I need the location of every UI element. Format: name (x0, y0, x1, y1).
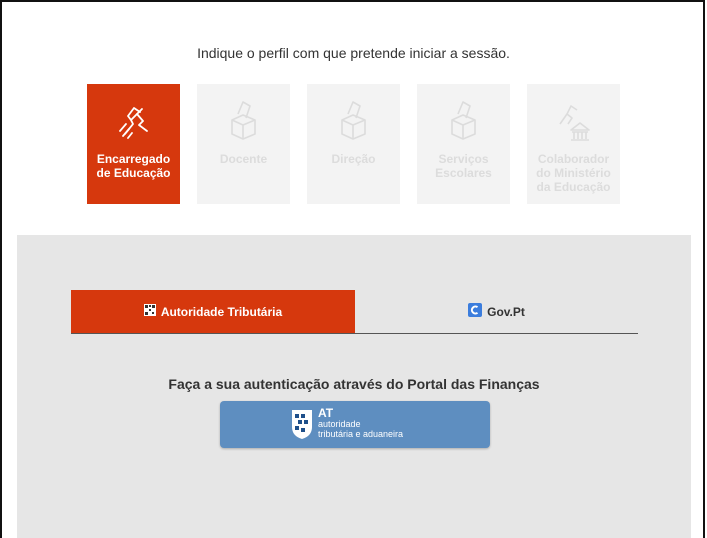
window-frame (0, 0, 705, 538)
